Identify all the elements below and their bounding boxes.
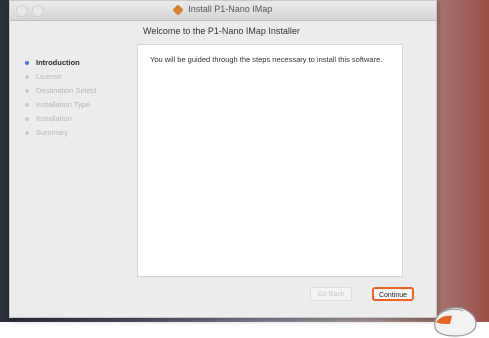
sidebar-item-installation: Installation (20, 112, 138, 126)
sidebar-item-destination-select: Destination Select (20, 84, 138, 98)
sidebar-item-label: License (36, 72, 62, 81)
sidebar-item-label: Summary (36, 128, 69, 137)
continue-button[interactable]: Continue (372, 287, 414, 301)
step-bullet-icon (25, 89, 29, 93)
step-bullet-icon (25, 75, 29, 79)
window-title: Install P1-Nano IMap (188, 4, 273, 14)
intro-text: You will be guided through the steps nec… (150, 55, 383, 64)
window-title-wrap: Install P1-Nano IMap (10, 3, 436, 16)
page-margin (0, 322, 489, 338)
sidebar-item-summary: Summary (20, 126, 138, 140)
sidebar-item-label: Installation Type (36, 100, 91, 109)
step-bullet-icon (25, 117, 29, 121)
mouse-illustration-icon (434, 307, 477, 337)
title-bar: Install P1-Nano IMap (10, 1, 436, 21)
content-pane: You will be guided through the steps nec… (137, 44, 403, 277)
package-icon (172, 3, 184, 16)
sidebar-item-label: Destination Select (36, 86, 97, 95)
sidebar-item-label: Introduction (36, 58, 80, 67)
step-bullet-icon (25, 61, 29, 65)
step-bullet-icon (25, 103, 29, 107)
installer-steps-sidebar: Introduction License Destination Select … (20, 56, 138, 140)
installer-window: Install P1-Nano IMap Welcome to the P1-N… (9, 0, 437, 318)
page-title: Welcome to the P1-Nano IMap Installer (143, 26, 300, 36)
go-back-button[interactable]: Go Back (310, 287, 352, 301)
sidebar-item-installation-type: Installation Type (20, 98, 138, 112)
sidebar-item-license: License (20, 70, 138, 84)
sidebar-item-label: Installation (36, 114, 72, 123)
sidebar-item-introduction: Introduction (20, 56, 138, 70)
step-bullet-icon (25, 131, 29, 135)
